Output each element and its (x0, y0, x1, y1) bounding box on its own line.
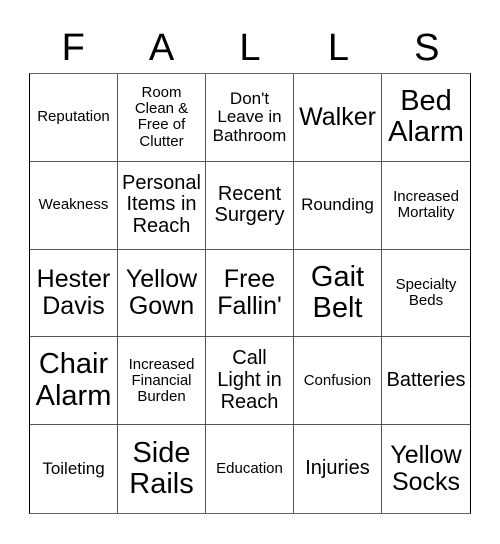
bingo-cell[interactable]: Weakness (30, 161, 118, 250)
bingo-cell[interactable]: Don't Leave in Bathroom (206, 74, 294, 162)
bingo-cell[interactable]: Increased Financial Burden (118, 337, 206, 426)
header-letter-a: A (148, 27, 175, 69)
bingo-board: Reputation Room Clean & Free of Clutter … (29, 73, 471, 514)
bingo-cell[interactable]: Recent Surgery (206, 161, 294, 250)
bingo-cell[interactable]: Free Fallin' (206, 249, 294, 338)
bingo-cell[interactable]: Side Rails (118, 425, 206, 513)
bingo-cell[interactable]: Call Light in Reach (206, 337, 294, 426)
bingo-cell[interactable]: Confusion (294, 337, 382, 426)
bingo-cell[interactable]: Increased Mortality (382, 162, 470, 250)
bingo-cell[interactable]: Gait Belt (294, 249, 382, 338)
bingo-cell[interactable]: Reputation (30, 74, 118, 162)
bingo-cell[interactable]: Personal Items in Reach (118, 161, 206, 250)
bingo-cell[interactable]: Education (206, 425, 294, 513)
bingo-cell[interactable]: Rounding (294, 161, 382, 250)
bingo-cell[interactable]: Injuries (294, 425, 382, 513)
header-letter-f: F (61, 27, 85, 69)
header-letter-l1: L (239, 27, 261, 69)
header-letter-l2: L (327, 27, 349, 69)
bingo-cell[interactable]: Yellow Gown (118, 249, 206, 338)
bingo-cell[interactable]: Hester Davis (30, 249, 118, 338)
bingo-cell[interactable]: Room Clean & Free of Clutter (118, 74, 206, 162)
bingo-cell[interactable]: Specialty Beds (382, 250, 470, 338)
bingo-cell[interactable]: Chair Alarm (30, 337, 118, 426)
header-letter-s: S (414, 27, 440, 69)
bingo-cell[interactable]: Toileting (30, 425, 118, 513)
bingo-cell[interactable]: Bed Alarm (382, 74, 470, 162)
bingo-cell[interactable]: Batteries (382, 337, 470, 426)
bingo-cell[interactable]: Yellow Socks (382, 425, 470, 513)
bingo-cell[interactable]: Walker (294, 74, 382, 162)
bingo-header: F A L L S (29, 24, 471, 72)
